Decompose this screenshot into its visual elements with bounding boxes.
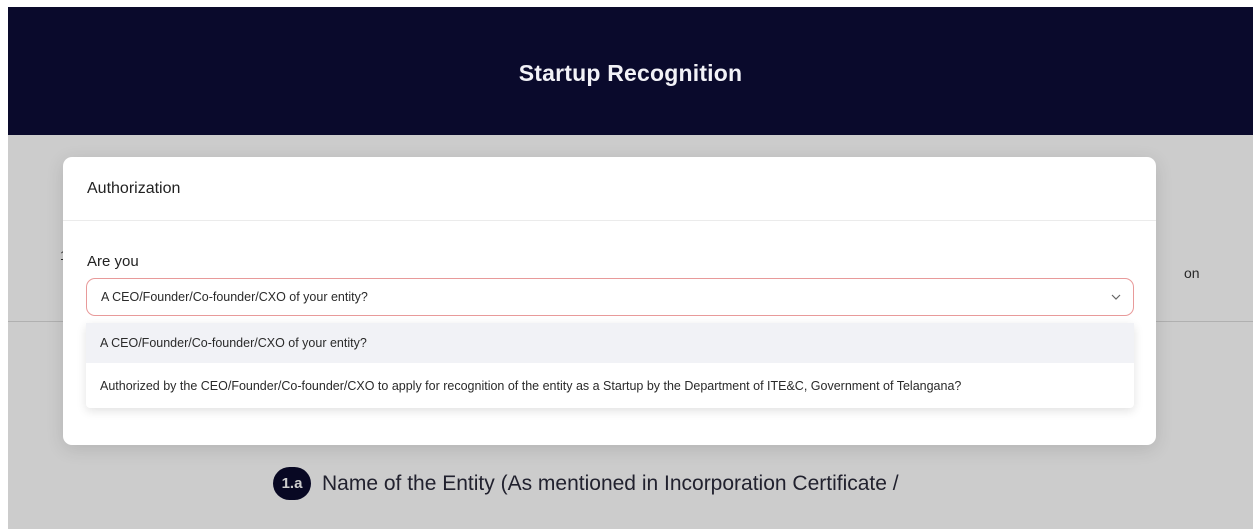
role-dropdown-list: A CEO/Founder/Co-founder/CXO of your ent… (86, 323, 1134, 408)
role-select[interactable]: A CEO/Founder/Co-founder/CXO of your ent… (86, 278, 1134, 316)
role-field-label: Are you (87, 253, 139, 270)
authorization-modal: Authorization Are you A CEO/Founder/Co-f… (63, 157, 1156, 445)
modal-title: Authorization (87, 179, 181, 197)
page-title: Startup Recognition (518, 59, 743, 86)
role-option-ceo[interactable]: A CEO/Founder/Co-founder/CXO of your ent… (86, 323, 1134, 363)
chevron-down-icon[interactable] (1109, 290, 1123, 304)
role-select-value: A CEO/Founder/Co-founder/CXO of your ent… (101, 290, 368, 304)
screen: Startup Recognition 1 on 1.a Name of the… (0, 0, 1253, 529)
page-header-banner: Startup Recognition (8, 7, 1253, 135)
modal-header: Authorization (63, 157, 1156, 221)
role-option-authorized[interactable]: Authorized by the CEO/Founder/Co-founder… (86, 363, 1134, 408)
